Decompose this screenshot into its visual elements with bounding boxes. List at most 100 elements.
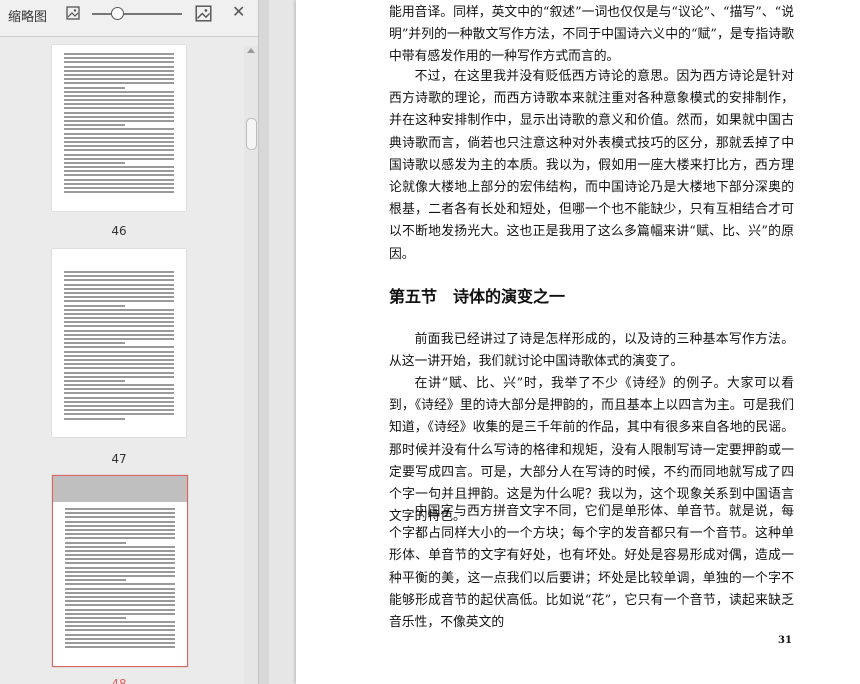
thumbnail-label-47: 47 [111, 452, 127, 466]
thumbnail-text-line [64, 367, 174, 370]
thumbnail-text-line [64, 124, 125, 127]
panel-divider[interactable] [258, 0, 269, 684]
thumbnail-text-line [64, 153, 174, 156]
thumbnail-text-line [64, 170, 174, 173]
paragraph: 中国字与西方拼音文字不同，它们是单形体、单音节。就是说，每个字都占同样大小的一个… [389, 504, 794, 631]
thumbnail-text-line [64, 371, 174, 374]
thumbnail-text-line [64, 333, 174, 336]
thumbnail-text-line [65, 524, 175, 527]
thumbnail-text-line [64, 321, 174, 324]
thumbnail-text-line [64, 136, 174, 139]
thumbnail-text-line [64, 388, 174, 391]
paragraph: 能用音译。同样，英文中的“叙述”一词也仅仅是与“议论”、“描写”、“说明”并列的… [389, 5, 794, 65]
thumbnail-text-line [64, 317, 174, 320]
thumbnail-text-line [64, 103, 174, 106]
thumbnail-text-line [65, 612, 175, 615]
thumbnail-text-line [64, 275, 174, 278]
thumbnail-text-line [64, 354, 174, 357]
thumbnail-text-line [64, 304, 125, 307]
thumbnail-text-line [64, 338, 174, 340]
image-large-icon[interactable] [195, 5, 212, 22]
thumbnail-page-47[interactable] [52, 249, 186, 437]
thumbnail-text-line [64, 69, 174, 72]
paragraph: 前面我已经讲过了诗是怎样形成的，以及诗的三种基本写作方法。从这一讲开始，我们就讨… [389, 332, 794, 370]
thumbnail-label-48: 48 [111, 677, 127, 684]
thumbnail-text-line [64, 182, 174, 185]
thumbnail-text-line [64, 73, 174, 76]
thumbnail-text-line [65, 642, 175, 644]
thumbnail-text-line [64, 396, 174, 399]
thumbnail-text-line [65, 558, 175, 561]
thumbnail-text-line [64, 283, 174, 286]
thumbnail-text-line [65, 508, 175, 510]
thumbnail-text-line [65, 562, 175, 565]
thumbnail-text-line [65, 625, 175, 628]
thumbnail-text-line [65, 587, 175, 590]
thumbnail-text-line [65, 595, 175, 598]
thumbnail-text-line [64, 413, 174, 416]
thumbnail-text-line [64, 325, 174, 328]
close-icon[interactable]: ✕ [232, 2, 245, 21]
thumbnail-text-line [64, 312, 174, 315]
thumbnail-text-line [64, 61, 174, 64]
thumbnail-text-line [64, 375, 174, 378]
image-small-icon[interactable] [66, 6, 80, 20]
thumbnail-text-lines [64, 53, 174, 195]
thumbnail-text-line [65, 520, 175, 523]
thumbnail-text-line [64, 346, 174, 349]
thumbnail-text-line [64, 120, 174, 122]
scrollbar-thumb[interactable] [246, 118, 257, 150]
thumbnail-text-lines [65, 508, 175, 650]
zoom-slider-track[interactable] [92, 13, 182, 15]
thumbnail-toolbar: 缩略图 ✕ [0, 0, 258, 37]
thumbnail-text-line [65, 646, 175, 649]
thumbnail-text-line [64, 358, 174, 361]
thumbnail-text-line [65, 604, 175, 607]
thumbnail-text-line [65, 621, 175, 624]
thumbnail-text-line [65, 570, 175, 573]
thumbnail-text-line [64, 115, 174, 118]
thumbnail-text-line [64, 65, 174, 68]
thumbnail-text-line [65, 583, 175, 586]
thumbnail-label-46: 46 [111, 224, 127, 238]
thumbnail-text-line [64, 296, 174, 299]
thumbnail-text-line [65, 554, 175, 557]
zoom-slider-knob[interactable] [111, 7, 124, 20]
thumbnail-text-line [64, 271, 174, 273]
thumbnail-text-line [65, 516, 175, 519]
thumbnail-text-line [64, 107, 174, 110]
thumbnail-text-line [64, 329, 174, 332]
thumbnail-text-line [64, 363, 174, 366]
thumbnail-text-line [64, 342, 125, 345]
thumbnail-text-line [64, 174, 174, 177]
thumbnail-page-46[interactable] [52, 45, 186, 211]
thumbnail-text-line [64, 53, 174, 55]
thumbnail-scrollbar[interactable] [244, 46, 258, 684]
thumbnail-text-line [64, 308, 174, 311]
thumbnail-text-line [65, 600, 175, 603]
thumbnail-text-line [64, 392, 174, 395]
thumbnail-text-line [64, 287, 174, 290]
thumbnail-text-line [64, 82, 174, 85]
panel-title: 缩略图 [8, 10, 48, 25]
thumbnail-text-line [64, 279, 174, 282]
thumbnail-text-line [64, 128, 174, 131]
thumbnail-text-line [64, 405, 174, 407]
thumbnail-text-line [65, 637, 175, 640]
thumbnail-text-line [65, 566, 175, 569]
thumbnail-text-line [64, 379, 125, 382]
thumbnail-text-line [65, 528, 175, 531]
thumbnail-text-line [65, 549, 175, 552]
scroll-up-arrow-icon[interactable] [247, 48, 255, 53]
thumbnail-text-line [65, 575, 175, 577]
document-page: 能用音译。同样，英文中的“叙述”一词也仅仅是与“议论”、“描写”、“说明”并列的… [296, 0, 860, 684]
thumbnail-text-line [65, 533, 175, 536]
thumbnail-page-48[interactable] [52, 475, 188, 667]
thumbnail-text-line [64, 187, 174, 189]
thumbnail-text-line [64, 86, 125, 89]
thumbnail-text-line [64, 157, 174, 160]
thumbnail-text-line [64, 400, 174, 403]
thumbnail-text-line [64, 384, 174, 387]
page-number: 31 [778, 635, 792, 646]
thumbnail-text-line [64, 291, 174, 294]
